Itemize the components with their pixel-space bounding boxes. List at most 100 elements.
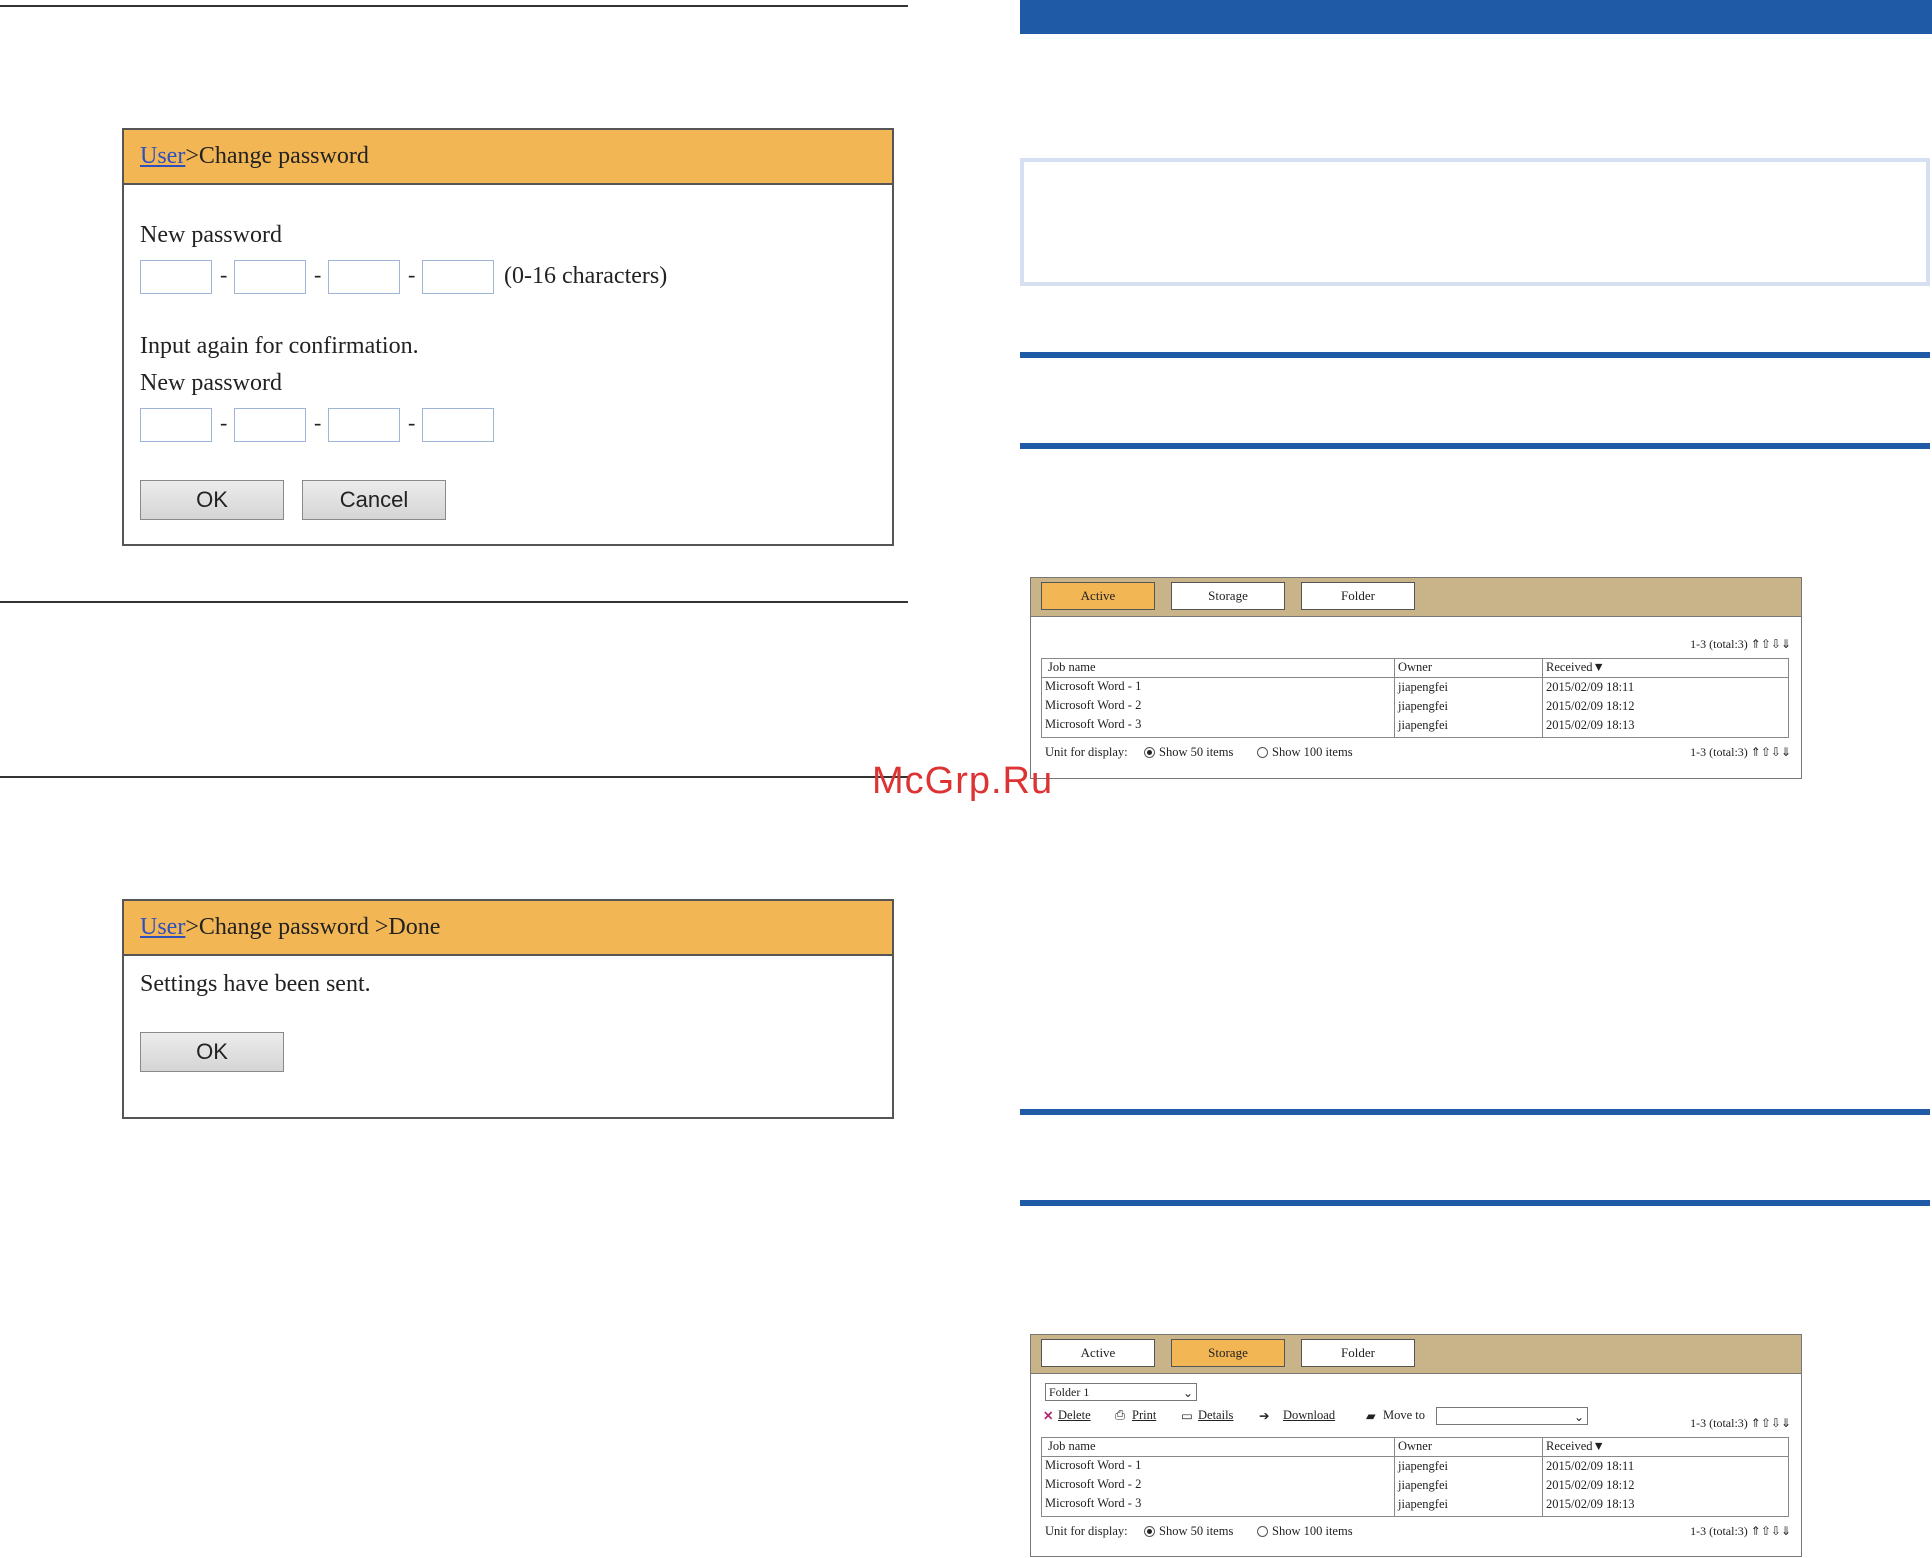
table-row-job-name[interactable]: Microsoft Word - 3 <box>1045 717 1141 732</box>
move-to-label: Move to <box>1383 1408 1426 1422</box>
count-text: 1-3 (total:3) <box>1690 1524 1748 1538</box>
show-50-radio[interactable] <box>1144 1526 1155 1537</box>
job-table: Job name Owner Received▼ Microsoft Word … <box>1041 658 1789 738</box>
table-row-received: 2015/02/09 18:11 <box>1546 680 1635 694</box>
column-header-received[interactable]: Received▼ <box>1546 1439 1605 1454</box>
folder-select-value: Folder 1 <box>1049 1385 1090 1399</box>
confirm-password-field-4[interactable] <box>422 408 494 442</box>
user-breadcrumb-link[interactable]: User <box>140 143 185 170</box>
count-text: 1-3 (total:3) <box>1690 1416 1748 1430</box>
job-list-panel-active: Active Storage Folder 1-3 (total:3) ⇑⇧⇩⇓… <box>1030 577 1802 779</box>
page-nav-arrows-icon[interactable]: ⇑⇧⇩⇓ <box>1751 1524 1791 1538</box>
table-row-job-name[interactable]: Microsoft Word - 3 <box>1045 1496 1141 1511</box>
tab-storage[interactable]: Storage <box>1171 1339 1285 1367</box>
column-header-received[interactable]: Received▼ <box>1546 660 1605 675</box>
new-password-field-4[interactable] <box>422 260 494 294</box>
job-list-panel-storage: Active Storage Folder Folder 1 ⌄ ✕ Delet… <box>1030 1334 1802 1557</box>
confirm-password-field-1[interactable] <box>140 408 212 442</box>
blue-rule <box>1020 1109 1930 1115</box>
page-nav-arrows-icon[interactable]: ⇑⇧⇩⇓ <box>1751 745 1791 759</box>
page-nav-arrows-icon[interactable]: ⇑⇧⇩⇓ <box>1751 1416 1791 1430</box>
blue-rule <box>1020 352 1930 358</box>
page-nav-arrows-icon[interactable]: ⇑⇧⇩⇓ <box>1751 637 1791 651</box>
confirm-password-field-3[interactable] <box>328 408 400 442</box>
table-row-received: 2015/02/09 18:12 <box>1546 1478 1635 1492</box>
table-row-job-name[interactable]: Microsoft Word - 2 <box>1045 1477 1141 1492</box>
show-100-label: Show 100 items <box>1272 745 1353 759</box>
top-rule <box>0 5 908 7</box>
count-text: 1-3 (total:3) <box>1690 745 1748 759</box>
show-50-radio[interactable] <box>1144 747 1155 758</box>
user-breadcrumb-link[interactable]: User <box>140 914 185 941</box>
print-icon: ⎙ <box>1115 1408 1126 1422</box>
show-100-radio[interactable] <box>1257 1526 1268 1537</box>
dash-separator: - <box>408 410 416 435</box>
folder-move-icon: ▰ <box>1366 1409 1376 1423</box>
show-50-label: Show 50 items <box>1159 1524 1234 1538</box>
change-password-dialog: User >Change password New password - - -… <box>122 128 894 546</box>
tab-active[interactable]: Active <box>1041 582 1155 610</box>
table-row-owner: jiapengfei <box>1398 1478 1448 1492</box>
unit-display-label: Unit for display: <box>1045 745 1128 759</box>
folder-select[interactable]: Folder 1 ⌄ <box>1045 1383 1197 1401</box>
delete-button[interactable]: Delete <box>1058 1408 1091 1423</box>
ok-button[interactable]: OK <box>140 480 284 520</box>
new-password-field-1[interactable] <box>140 260 212 294</box>
confirm-password-label: New password <box>140 370 282 396</box>
tab-folder[interactable]: Folder <box>1301 1339 1415 1367</box>
column-divider <box>1394 1438 1395 1516</box>
column-divider <box>1542 1438 1543 1516</box>
watermark: McGrp.Ru <box>872 760 1054 802</box>
new-password-field-3[interactable] <box>328 260 400 294</box>
note-box <box>1020 158 1930 286</box>
dash-separator: - <box>408 262 416 287</box>
table-row-owner: jiapengfei <box>1398 699 1448 713</box>
breadcrumb-current: >Change password >Done <box>185 914 441 940</box>
download-button[interactable]: Download <box>1283 1408 1335 1423</box>
tab-bar: Active Storage Folder <box>1031 1335 1801 1374</box>
show-50-label: Show 50 items <box>1159 745 1234 759</box>
column-header-job-name[interactable]: Job name <box>1048 660 1096 675</box>
delete-icon: ✕ <box>1043 1409 1054 1423</box>
count-text: 1-3 (total:3) <box>1690 637 1748 651</box>
details-icon: ▭ <box>1181 1409 1193 1423</box>
table-row-job-name[interactable]: Microsoft Word - 1 <box>1045 1458 1141 1473</box>
confirm-label: Input again for confirmation. <box>140 333 419 359</box>
tab-storage[interactable]: Storage <box>1171 582 1285 610</box>
print-button[interactable]: Print <box>1132 1408 1156 1423</box>
column-header-job-name[interactable]: Job name <box>1048 1439 1096 1454</box>
show-100-label: Show 100 items <box>1272 1524 1353 1538</box>
table-row-owner: jiapengfei <box>1398 718 1448 732</box>
column-header-owner[interactable]: Owner <box>1398 660 1432 675</box>
table-row-job-name[interactable]: Microsoft Word - 2 <box>1045 698 1141 713</box>
tab-bar: Active Storage Folder <box>1031 578 1801 617</box>
item-count-bottom: 1-3 (total:3) ⇑⇧⇩⇓ <box>1690 745 1791 760</box>
column-divider <box>1394 659 1395 737</box>
table-row-job-name[interactable]: Microsoft Word - 1 <box>1045 679 1141 694</box>
chevron-down-icon: ⌄ <box>1182 1386 1193 1400</box>
settings-sent-message: Settings have been sent. <box>140 971 371 997</box>
details-button[interactable]: Details <box>1198 1408 1233 1423</box>
table-row-owner: jiapengfei <box>1398 1497 1448 1511</box>
table-row-owner: jiapengfei <box>1398 1459 1448 1473</box>
tab-folder[interactable]: Folder <box>1301 582 1415 610</box>
change-password-done-dialog: User >Change password >Done Settings hav… <box>122 899 894 1119</box>
section-rule <box>0 601 908 603</box>
dash-separator: - <box>314 410 322 435</box>
header-bar <box>1020 0 1932 34</box>
ok-button[interactable]: OK <box>140 1032 284 1072</box>
cancel-button[interactable]: Cancel <box>302 480 446 520</box>
confirm-password-field-2[interactable] <box>234 408 306 442</box>
job-table: Job name Owner Received▼ Microsoft Word … <box>1041 1437 1789 1517</box>
dash-separator: - <box>314 262 322 287</box>
table-row-owner: jiapengfei <box>1398 680 1448 694</box>
dialog-title-bar: User >Change password <box>124 130 892 185</box>
show-100-radio[interactable] <box>1257 747 1268 758</box>
unit-display-label: Unit for display: <box>1045 1524 1128 1538</box>
tab-active[interactable]: Active <box>1041 1339 1155 1367</box>
column-header-owner[interactable]: Owner <box>1398 1439 1432 1454</box>
new-password-label: New password <box>140 222 282 248</box>
item-count-top: 1-3 (total:3) ⇑⇧⇩⇓ <box>1690 637 1791 652</box>
new-password-field-2[interactable] <box>234 260 306 294</box>
move-to-select[interactable]: ⌄ <box>1436 1407 1588 1425</box>
